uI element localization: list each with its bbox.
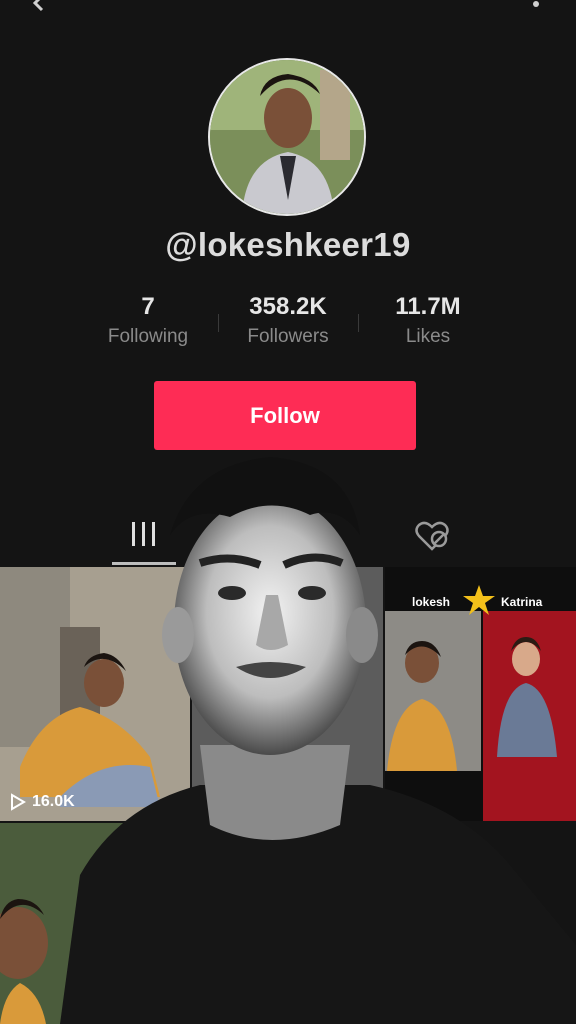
top-bar	[0, 0, 576, 16]
follow-button[interactable]: Follow	[154, 381, 416, 450]
avatar-photo	[210, 60, 364, 214]
stat-following-label: Following	[107, 326, 189, 347]
stat-likes-value: 11.7M	[395, 293, 461, 320]
stat-divider	[218, 314, 219, 332]
stat-following[interactable]: 7 Following	[78, 292, 218, 362]
profile-username: @lokeshkeer19	[165, 226, 411, 263]
stat-following-value: 7	[141, 293, 155, 320]
stat-followers-value: 358.2K	[249, 293, 327, 320]
profile-stats: 7 Following 358.2K Followers 11.7M Likes	[78, 292, 498, 362]
play-icon	[11, 793, 26, 811]
stat-likes-label: Likes	[405, 326, 451, 347]
chevron-left-icon[interactable]	[30, 0, 48, 12]
stat-followers[interactable]: 358.2K Followers	[218, 292, 358, 362]
overlay-person-image	[60, 457, 576, 1024]
stat-divider	[358, 314, 359, 332]
avatar[interactable]	[208, 58, 366, 216]
more-vertical-icon[interactable]	[532, 0, 540, 8]
stat-followers-label: Followers	[247, 326, 329, 347]
stat-likes[interactable]: 11.7M Likes	[358, 292, 498, 362]
